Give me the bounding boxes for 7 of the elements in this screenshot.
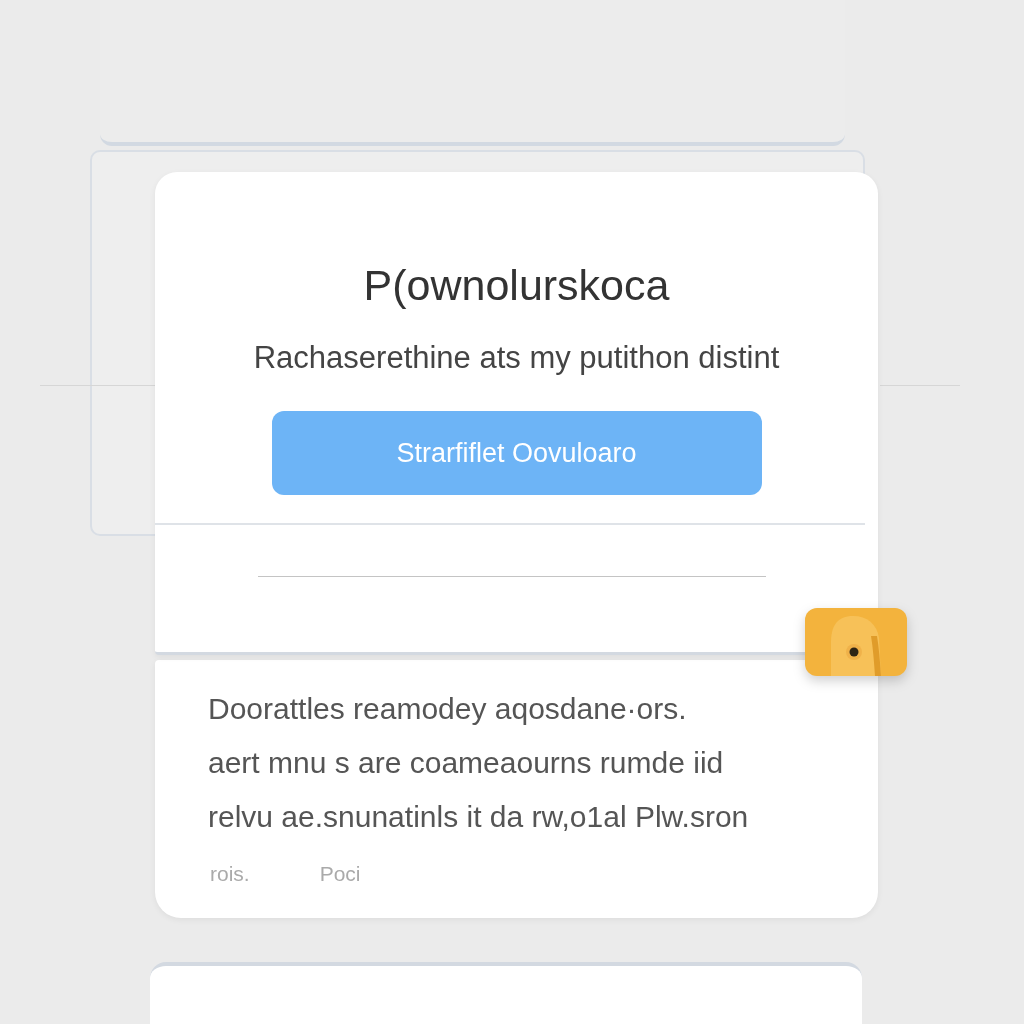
card-title: P(ownolurskoca: [362, 260, 671, 310]
card-subtitle: Rachaserethine ats my putithon distint: [252, 340, 781, 376]
footer-text: Poci: [319, 861, 361, 887]
keyhole-icon: [805, 608, 907, 676]
description-text: Doorattles reamodey aqosdane·ors. aert mnu s are coameaourns rumde iid relvu ae.snunatinls it da rw,o1al Plw.sron: [208, 691, 750, 835]
primary-button[interactable]: Strarfiflet Oovuloaro: [271, 411, 762, 495]
footer-text: rois.: [210, 861, 250, 887]
